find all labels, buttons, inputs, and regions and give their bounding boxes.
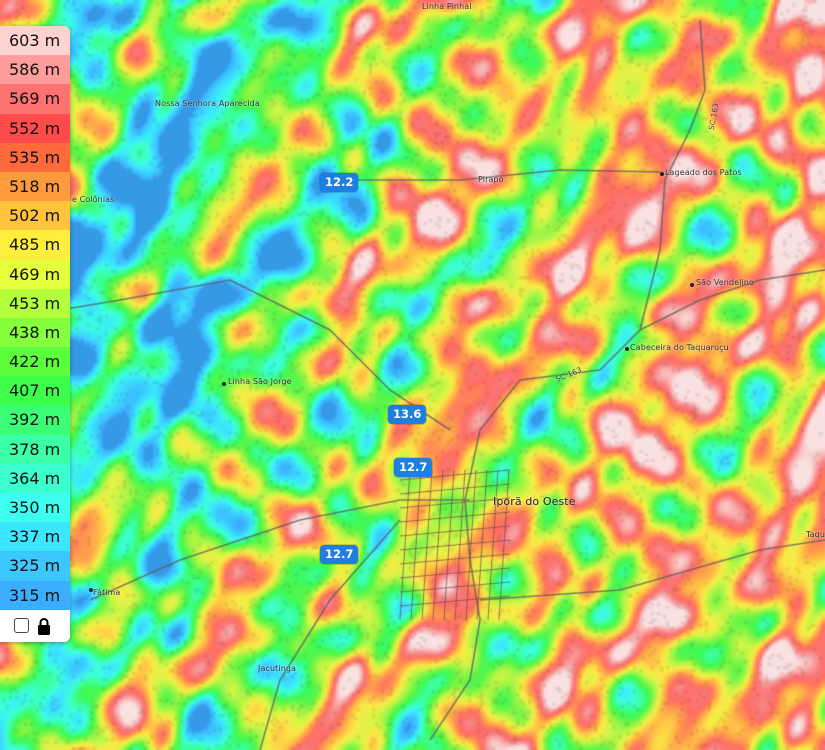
legend-item: 535 m [0, 142, 70, 172]
legend-item: 337 m [0, 522, 70, 552]
legend-item: 469 m [0, 259, 70, 289]
lock-icon[interactable] [37, 617, 51, 635]
place-label: São Vendelino [696, 278, 754, 287]
legend-item: 586 m [0, 55, 70, 85]
place-label: Taqua [806, 530, 825, 539]
legend-item: 407 m [0, 376, 70, 406]
place-dot [690, 283, 694, 287]
legend-item: 603 m [0, 26, 70, 56]
legend-item: 364 m [0, 463, 70, 493]
legend-item: 485 m [0, 230, 70, 260]
place-label: Pirapó [478, 175, 504, 184]
legend-item: 569 m [0, 84, 70, 114]
measurement-marker[interactable]: 12.7 [394, 458, 433, 477]
legend-item: 438 m [0, 317, 70, 348]
place-label: Fátima [93, 588, 121, 597]
legend-item: 350 m [0, 493, 70, 523]
measurement-marker[interactable]: 12.7 [320, 545, 359, 564]
place-dot [625, 347, 629, 351]
place-label: Cabeceira do Taquaruçu [630, 343, 729, 352]
elevation-legend: 603 m 586 m 569 m 552 m 535 m 518 m 502 … [0, 26, 70, 642]
place-label: e Colônias [72, 195, 115, 204]
legend-controls [0, 609, 70, 642]
legend-item: 422 m [0, 347, 70, 377]
place-label: Linha São Jorge [228, 377, 292, 386]
place-label: Jacutinga [258, 664, 297, 673]
measurement-marker[interactable]: 12.2 [320, 173, 359, 192]
place-dot [222, 382, 226, 386]
legend-item: 518 m [0, 171, 70, 202]
town-label: Iporã do Oeste [493, 495, 576, 508]
place-label: Lageado dos Patos [665, 168, 742, 177]
legend-item: 552 m [0, 113, 70, 143]
place-label: Linha Pinhal [422, 2, 472, 11]
legend-item: 453 m [0, 288, 70, 318]
place-label: Nossa Senhora Aparecida [155, 99, 260, 108]
legend-item: 325 m [0, 551, 70, 581]
measurement-marker[interactable]: 13.6 [388, 405, 427, 424]
legend-item: 502 m [0, 201, 70, 231]
legend-item: 378 m [0, 434, 70, 464]
elevation-map[interactable] [0, 0, 825, 750]
place-dot [660, 172, 664, 176]
legend-checkbox[interactable] [14, 618, 29, 634]
legend-item: 315 m [0, 580, 70, 610]
legend-item: 392 m [0, 405, 70, 435]
legend-rows: 603 m 586 m 569 m 552 m 535 m 518 m 502 … [0, 26, 70, 610]
